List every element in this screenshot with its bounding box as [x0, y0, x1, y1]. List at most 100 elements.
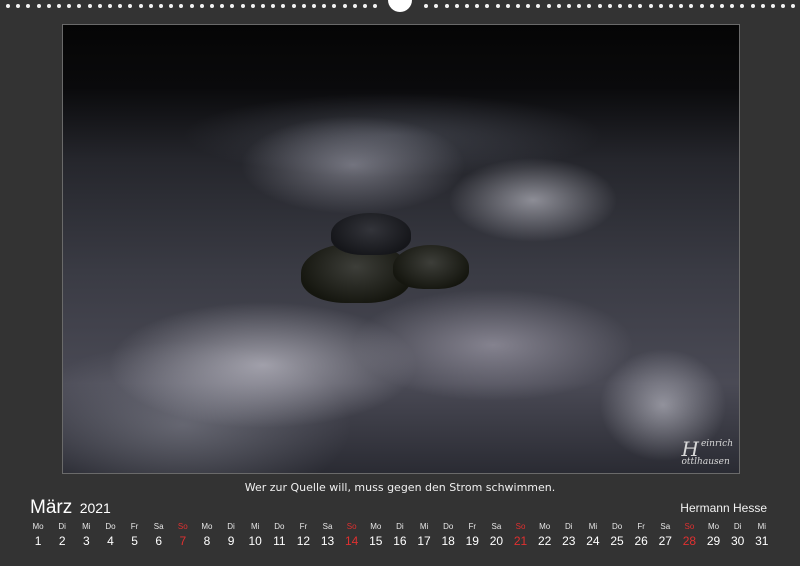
day-number: 23	[562, 534, 576, 548]
quote-text: Wer zur Quelle will, muss gegen den Stro…	[244, 481, 556, 494]
binding-dot	[781, 4, 786, 8]
day-number: 29	[706, 534, 721, 548]
day-cell: Fr 19	[460, 520, 484, 549]
weekday-label: Mo	[201, 522, 213, 531]
day-number: 16	[393, 534, 407, 548]
binding-dot	[189, 4, 194, 8]
weekday-label: Mo	[32, 522, 44, 531]
day-cell: Mi 10	[243, 520, 267, 549]
binding-dot	[577, 4, 582, 8]
day-cell: Mi 17	[412, 520, 436, 549]
photographer-signature: H einrich ottlhausen	[681, 437, 733, 467]
weekday-label: Mo	[370, 522, 382, 531]
day-cell: Fr 12	[291, 520, 315, 549]
weekday-label: Mi	[588, 522, 598, 531]
weekday-label: Fr	[637, 522, 645, 531]
binding-dot	[760, 4, 765, 8]
weekday-label: Di	[565, 522, 573, 531]
signature-initial: H	[681, 437, 699, 461]
day-cell: Fr 26	[629, 520, 653, 549]
rock-top	[331, 213, 411, 255]
day-number: 1	[34, 534, 42, 548]
day-cell: Mo 8	[195, 520, 219, 549]
day-cell: Mi 31	[750, 520, 774, 549]
binding-dot	[424, 4, 429, 8]
weekday-label: Fr	[130, 522, 139, 531]
binding-dot	[709, 4, 714, 8]
binding-dot	[658, 4, 663, 8]
day-cell: Sa 27	[653, 520, 677, 549]
binding-dot	[159, 4, 163, 8]
day-cell: Do 11	[267, 520, 291, 549]
hanger-hole	[388, 0, 412, 12]
day-number: 27	[658, 534, 672, 548]
weekday-label: Mi	[419, 522, 429, 531]
day-number: 9	[227, 534, 235, 548]
weekday-label: So	[684, 522, 695, 531]
binding-dot	[169, 4, 174, 8]
binding-dot	[556, 4, 561, 8]
binding-dot	[36, 4, 41, 8]
day-cell: Do 25	[605, 520, 629, 549]
signature-line-1: einrich	[700, 439, 733, 449]
day-cell: Di 16	[388, 520, 412, 549]
binding-dot	[740, 4, 745, 8]
binding-dot	[689, 4, 694, 8]
day-number: 12	[296, 534, 311, 548]
day-number: 15	[369, 534, 383, 548]
quote-author: Hermann Hesse	[680, 501, 767, 515]
binding-dot	[546, 4, 551, 8]
binding-dot	[526, 4, 531, 8]
month-heading: März 2021	[30, 497, 111, 519]
binding-dot	[750, 4, 755, 8]
weekday-label: Do	[443, 522, 454, 531]
day-number: 21	[513, 534, 528, 548]
binding-dot	[597, 4, 602, 8]
day-cell: Mi 24	[581, 520, 605, 549]
day-number: 25	[610, 534, 624, 548]
day-number: 22	[538, 534, 552, 548]
binding-dot	[648, 4, 653, 8]
binding-dot	[148, 4, 153, 8]
weekday-label: Do	[611, 522, 623, 531]
day-strip: Mo 1 Di 2 Mi 3 Do 4 Fr 5 Sa 6 So 7 Mo 8 Di 9 Mi 10 Do 11 Fr 12 S…	[26, 520, 774, 549]
binding-dot	[108, 4, 112, 8]
binding-dot	[342, 4, 347, 8]
binding-dot	[250, 4, 255, 8]
signature-line-2: ottlhausen	[681, 457, 730, 467]
day-cell: Di 9	[219, 520, 243, 549]
day-cell: Mo 1	[26, 520, 50, 549]
binding-dot	[363, 4, 367, 8]
weekday-label: Do	[105, 522, 116, 531]
day-number: 18	[441, 534, 455, 548]
binding-dot	[791, 4, 796, 8]
day-cell: Sa 20	[484, 520, 508, 549]
day-cell: Mo 15	[364, 520, 388, 549]
binding-dot	[6, 4, 10, 8]
binding-dot	[210, 4, 214, 8]
day-cell: Mi 3	[74, 520, 98, 549]
binding-dot	[281, 4, 286, 8]
binding-dot	[699, 4, 704, 8]
day-number: 11	[273, 534, 286, 548]
weekday-label: Mo	[708, 522, 720, 531]
day-number: 13	[320, 534, 335, 548]
binding-dot	[322, 4, 327, 8]
binding-dot	[128, 4, 133, 8]
weekday-label: Fr	[468, 522, 477, 531]
day-number: 28	[682, 534, 697, 548]
binding-dot	[77, 4, 82, 8]
weekday-label: So	[177, 522, 188, 531]
day-cell: So 14	[340, 520, 364, 549]
day-number: 31	[755, 534, 769, 548]
binding-dot	[475, 4, 480, 8]
day-cell: Sa 13	[316, 520, 340, 549]
binding-dot	[638, 4, 643, 8]
binding-dot	[587, 4, 592, 8]
weekday-label: Sa	[322, 522, 333, 531]
day-number: 30	[731, 534, 745, 548]
binding-dot	[26, 4, 31, 8]
day-cell: Mo 29	[702, 520, 726, 549]
weekday-label: Do	[274, 522, 285, 531]
day-number: 24	[586, 534, 600, 548]
